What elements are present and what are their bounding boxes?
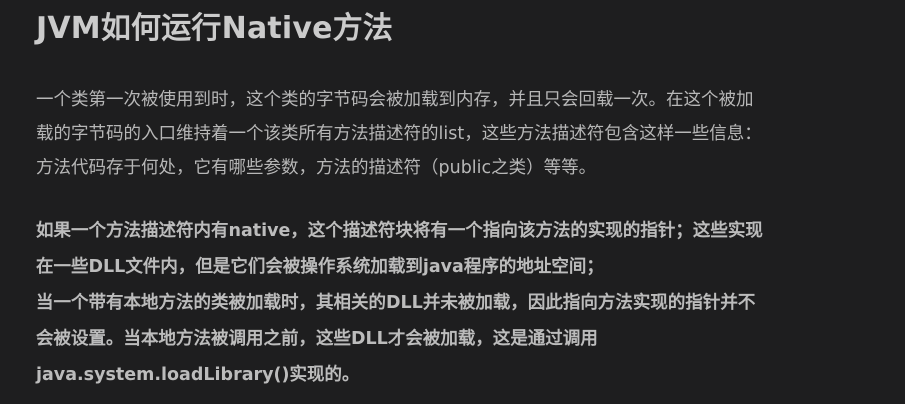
paragraph-native-methods: 如果一个方法描述符内有native，这个描述符块将有一个指向该方法的实现的指针；… [36,213,871,393]
article-title: JVM如何运行Native方法 [36,11,394,46]
paragraph-line: 会被设置。当本地方法被调用之前，这些DLL才会被加载，这是通过调用 [36,329,598,349]
paragraph-line: java.system.loadLibrary()实现的。 [36,365,360,385]
paragraph-line: 在一些DLL文件内，但是它们会被操作系统加载到java程序的地址空间； [36,257,604,277]
paragraph-line: 当一个带有本地方法的类被加载时，其相关的DLL并未被加载，因此指向方法实现的指针… [36,293,756,313]
paragraph-line: 载的字节码的入口维持着一个该类所有方法描述符的list，这些方法描述符包含这样一… [36,124,762,144]
paragraph-class-loading: 一个类第一次被使用到时，这个类的字节码会被加载到内存，并且只会回载一次。在这个被… [36,83,871,185]
paragraph-line: 方法代码存于何处，它有哪些参数，方法的描述符（public之类）等等。 [36,158,597,178]
paragraph-line: 一个类第一次被使用到时，这个类的字节码会被加载到内存，并且只会回载一次。在这个被… [36,90,754,110]
article-page: JVM如何运行Native方法 一个类第一次被使用到时，这个类的字节码会被加载到… [0,0,905,404]
paragraph-line: 如果一个方法描述符内有native，这个描述符块将有一个指向该方法的实现的指针；… [36,221,763,241]
